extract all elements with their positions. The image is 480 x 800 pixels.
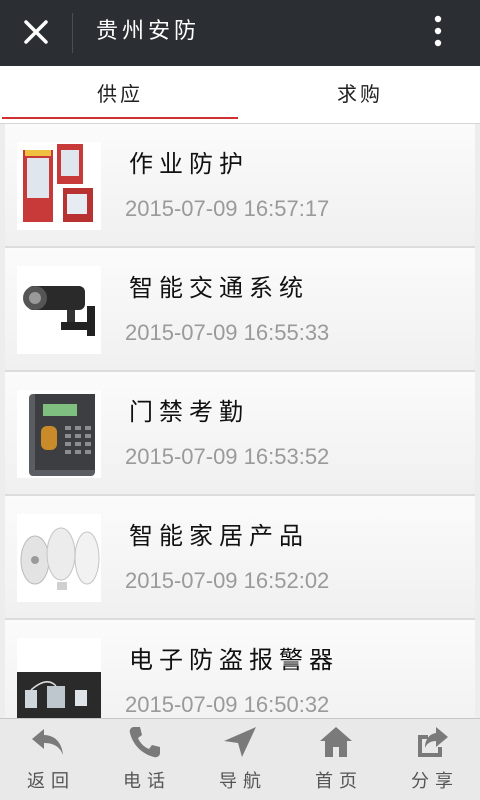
- page-title: 贵州安防: [96, 19, 201, 44]
- tab-supply[interactable]: 供应: [0, 66, 240, 123]
- tab-supply-label: 供应: [97, 82, 143, 106]
- item-date: 2015-07-09 16:53:52: [125, 444, 330, 469]
- nav-navigation-label: 导航: [219, 771, 267, 792]
- product-image-anti-theft-alarm: [17, 638, 101, 726]
- item-title: 智能家居产品: [129, 522, 309, 550]
- product-image-fingerprint-terminal: [17, 390, 101, 478]
- item-title: 智能交通系统: [129, 274, 309, 302]
- nav-phone[interactable]: 电话: [96, 719, 192, 800]
- nav-phone-label: 电话: [123, 771, 171, 792]
- more-vertical-icon[interactable]: [420, 12, 456, 52]
- item-title: 作业防护: [129, 150, 249, 178]
- nav-home-label: 首页: [315, 771, 363, 792]
- tab-purchase-label: 求购: [337, 82, 383, 106]
- product-list: 作业防护 2015-07-09 16:57:17 智能交通系统 2015-07-…: [5, 124, 475, 744]
- list-item[interactable]: 智能交通系统 2015-07-09 16:55:33: [5, 248, 475, 372]
- home-icon: [318, 725, 354, 759]
- nav-navigation[interactable]: 导航: [192, 719, 288, 800]
- top-bar: 贵州安防: [0, 0, 480, 66]
- navigation-arrow-icon: [222, 725, 258, 759]
- item-date: 2015-07-09 16:50:32: [125, 692, 330, 717]
- nav-share[interactable]: 分享: [384, 719, 480, 800]
- product-image-protective-booth: [17, 142, 101, 230]
- nav-back[interactable]: 返回: [0, 719, 96, 800]
- item-title: 门禁考勤: [129, 398, 249, 426]
- phone-icon: [126, 725, 162, 759]
- item-date: 2015-07-09 16:55:33: [125, 320, 330, 345]
- list-item[interactable]: 作业防护 2015-07-09 16:57:17: [5, 124, 475, 248]
- product-image-surveillance-camera: [17, 266, 101, 354]
- tab-bar: 供应 求购: [0, 66, 480, 124]
- item-title: 电子防盗报警器: [129, 646, 339, 674]
- item-date: 2015-07-09 16:57:17: [125, 196, 330, 221]
- close-icon[interactable]: [16, 14, 56, 52]
- list-item[interactable]: 智能家居产品 2015-07-09 16:52:02: [5, 496, 475, 620]
- nav-home[interactable]: 首页: [288, 719, 384, 800]
- share-icon: [414, 725, 450, 759]
- tab-purchase[interactable]: 求购: [240, 66, 480, 123]
- list-item[interactable]: 门禁考勤 2015-07-09 16:53:52: [5, 372, 475, 496]
- bottom-nav: 返回 电话 导航 首页 分享: [0, 718, 480, 800]
- nav-back-label: 返回: [27, 771, 75, 792]
- product-image-smart-home-devices: [17, 514, 101, 602]
- item-date: 2015-07-09 16:52:02: [125, 568, 330, 593]
- back-arrow-icon: [30, 725, 66, 759]
- nav-share-label: 分享: [411, 771, 459, 792]
- header-divider: [72, 13, 73, 53]
- active-tab-indicator: [2, 117, 238, 119]
